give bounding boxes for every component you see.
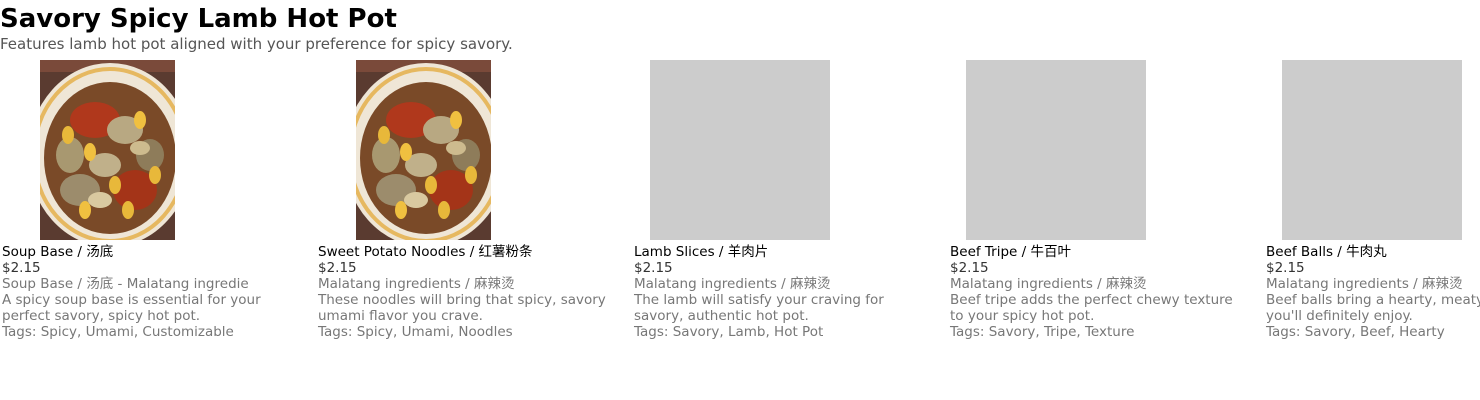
item-category: Malatang ingredients / 麻辣烫 xyxy=(318,276,515,292)
page-subtitle: Features lamb hot pot aligned with your … xyxy=(0,35,513,53)
item-description: Beef balls bring a hearty, meaty flavor … xyxy=(1266,292,1480,324)
image-placeholder xyxy=(650,60,830,240)
item-price: $2.15 xyxy=(950,260,989,276)
item-name[interactable]: Soup Base / 汤底 xyxy=(2,244,300,260)
item-price: $2.15 xyxy=(318,260,357,276)
menu-item-card[interactable]: Sweet Potato Noodles / 红薯粉条 $2.15 Malata… xyxy=(316,60,616,340)
hot-pot-photo xyxy=(356,60,491,240)
item-name[interactable]: Beef Tripe / 牛百叶 xyxy=(950,244,1248,260)
item-category: Malatang ingredients / 麻辣烫 xyxy=(1266,276,1463,292)
item-category: Malatang ingredients / 麻辣烫 xyxy=(634,276,831,292)
item-name[interactable]: Lamb Slices / 羊肉片 xyxy=(634,244,932,260)
item-price: $2.15 xyxy=(634,260,673,276)
item-name[interactable]: Sweet Potato Noodles / 红薯粉条 xyxy=(318,244,616,260)
item-description: The lamb will satisfy your craving for s… xyxy=(634,292,884,324)
menu-item-card[interactable]: Soup Base / 汤底 $2.15 Soup Base / 汤底 - Ma… xyxy=(0,60,300,340)
item-category: Soup Base / 汤底 - Malatang ingredie xyxy=(2,276,249,292)
item-price: $2.15 xyxy=(1266,260,1305,276)
item-tags: Tags: Savory, Lamb, Hot Pot xyxy=(634,324,824,340)
item-description: A spicy soup base is essential for your … xyxy=(2,292,261,324)
item-tags: Tags: Savory, Tripe, Texture xyxy=(950,324,1135,340)
item-tags: Tags: Savory, Beef, Hearty xyxy=(1266,324,1445,340)
item-tags: Tags: Spicy, Umami, Customizable xyxy=(2,324,234,340)
item-name[interactable]: Beef Balls / 牛肉丸 xyxy=(1266,244,1480,260)
menu-item-card[interactable]: Beef Balls / 牛肉丸 $2.15 Malatang ingredie… xyxy=(1264,60,1480,340)
menu-item-card[interactable]: Beef Tripe / 牛百叶 $2.15 Malatang ingredie… xyxy=(948,60,1248,340)
page-title: Savory Spicy Lamb Hot Pot xyxy=(0,4,397,34)
image-placeholder xyxy=(966,60,1146,240)
image-placeholder xyxy=(1282,60,1462,240)
item-category: Malatang ingredients / 麻辣烫 xyxy=(950,276,1147,292)
menu-item-card[interactable]: Lamb Slices / 羊肉片 $2.15 Malatang ingredi… xyxy=(632,60,932,340)
item-description: These noodles will bring that spicy, sav… xyxy=(318,292,606,324)
item-description: Beef tripe adds the perfect chewy textur… xyxy=(950,292,1233,324)
hot-pot-photo xyxy=(40,60,175,240)
item-tags: Tags: Spicy, Umami, Noodles xyxy=(318,324,513,340)
item-price: $2.15 xyxy=(2,260,41,276)
